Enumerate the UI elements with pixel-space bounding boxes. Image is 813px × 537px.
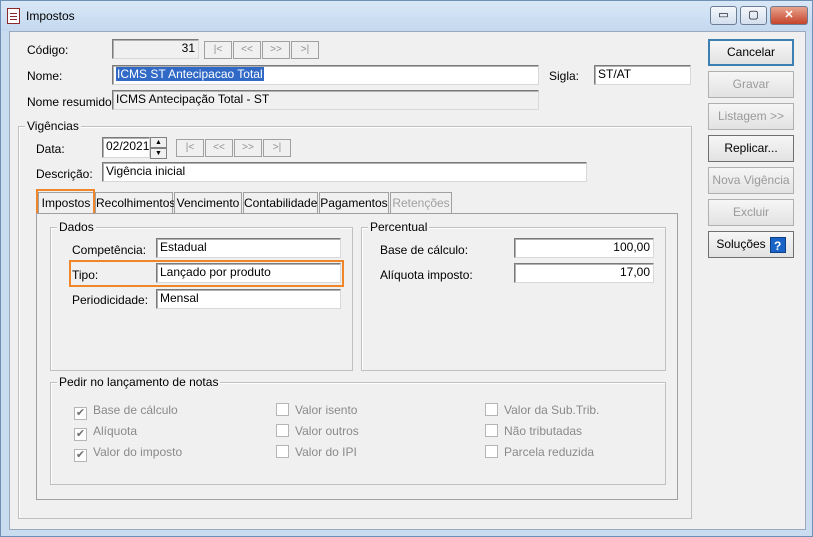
chk-valor-imposto[interactable]: ✔ Valor do imposto [74, 445, 182, 462]
help-icon: ? [769, 236, 786, 253]
title-bar[interactable]: Impostos ▭ ▢ ✕ [1, 1, 812, 31]
minimize-button[interactable]: ▭ [710, 6, 737, 25]
chk-nao-tributadas[interactable]: Não tributadas [485, 424, 582, 438]
new-validity-button[interactable]: Nova Vigência [708, 167, 794, 194]
chk-label: Valor outros [295, 424, 359, 438]
listing-button[interactable]: Listagem >> [708, 103, 794, 130]
chk-label: Valor do IPI [295, 445, 357, 459]
checkmark-icon: ✔ [74, 449, 87, 462]
solutions-button[interactable]: Soluções? [708, 231, 794, 258]
descricao-field[interactable]: Vigência inicial [102, 162, 587, 182]
chk-label: Valor isento [295, 403, 358, 417]
nome-resumido-label: Nome resumido: [27, 95, 116, 109]
dados-title: Dados [57, 220, 96, 234]
close-button[interactable]: ✕ [770, 6, 808, 25]
tab-recolhimentos[interactable]: Recolhimentos [95, 192, 175, 214]
vig-prev-button[interactable]: << [205, 139, 233, 157]
chk-valor-isento[interactable]: Valor isento [276, 403, 357, 417]
document-icon [7, 8, 20, 24]
aliquota-label: Alíquota imposto: [380, 268, 473, 282]
chk-label: Valor da Sub.Trib. [504, 403, 600, 417]
nome-resumido-field[interactable]: ICMS Antecipação Total - ST [112, 90, 539, 110]
window-title: Impostos [26, 9, 75, 23]
checkbox-icon [485, 403, 498, 416]
maximize-button[interactable]: ▢ [740, 6, 767, 25]
delete-validity-button[interactable]: Excluir Vigência [708, 199, 794, 244]
cancel-button[interactable]: Cancelar [708, 39, 794, 66]
first-record-button[interactable]: |< [204, 41, 232, 59]
base-calculo-label: Base de cálculo: [380, 243, 469, 257]
checkbox-icon [485, 424, 498, 437]
vig-first-button[interactable]: |< [176, 139, 204, 157]
data-spinner[interactable]: ▲ ▼ [150, 137, 167, 159]
chk-label: Parcela reduzida [504, 445, 595, 459]
competencia-field[interactable]: Estadual [156, 238, 341, 258]
competencia-label: Competência: [72, 243, 147, 257]
chk-valor-ipi[interactable]: Valor do IPI [276, 445, 357, 459]
replicate-button[interactable]: Replicar... [708, 135, 794, 162]
tab-retencoes[interactable]: Retenções [390, 192, 452, 214]
nome-value: ICMS ST Antecipacao Total [116, 67, 264, 81]
chk-label: Não tributadas [504, 424, 583, 438]
solutions-label: Soluções [716, 237, 766, 251]
chk-label: Valor do imposto [93, 445, 183, 459]
chk-valor-outros[interactable]: Valor outros [276, 424, 359, 438]
checkbox-icon [276, 403, 289, 416]
tab-vencimento[interactable]: Vencimento [174, 192, 242, 214]
vig-next-button[interactable]: >> [234, 139, 262, 157]
chk-base-calculo[interactable]: ✔ Base de cálculo [74, 403, 178, 420]
tab-pagamentos[interactable]: Pagamentos [319, 192, 389, 214]
vig-last-button[interactable]: >| [263, 139, 291, 157]
next-record-button[interactable]: >> [262, 41, 290, 59]
checkmark-icon: ✔ [74, 407, 87, 420]
nome-field[interactable]: ICMS ST Antecipacao Total [112, 65, 539, 85]
checkmark-icon: ✔ [74, 428, 87, 441]
tab-contabilidade[interactable]: Contabilidade [243, 192, 318, 214]
periodicidade-field[interactable]: Mensal [156, 289, 341, 309]
tipo-highlight [69, 260, 344, 287]
sigla-label: Sigla: [549, 69, 580, 83]
prev-record-button[interactable]: << [233, 41, 261, 59]
aliquota-field[interactable]: 17,00 [514, 263, 654, 283]
form-client-area: Código: 31 |< << >> >| Nome: ICMS ST Ant… [9, 31, 806, 530]
chk-label: Alíquota [93, 424, 138, 438]
checkbox-icon [485, 445, 498, 458]
impostos-tab-highlight [36, 189, 95, 216]
chk-parcela-reduzida[interactable]: Parcela reduzida [485, 445, 594, 459]
pedir-title: Pedir no lançamento de notas [57, 375, 221, 389]
codigo-label: Código: [27, 43, 69, 57]
periodicidade-label: Periodicidade: [72, 293, 149, 307]
codigo-field[interactable]: 31 [112, 39, 199, 59]
data-field[interactable]: 02/2021 [102, 137, 150, 158]
vigencias-title: Vigências [25, 119, 81, 133]
codigo-navigator: |< << >> >| [204, 41, 320, 59]
base-calculo-field[interactable]: 100,00 [514, 238, 654, 258]
spinner-down-icon[interactable]: ▼ [150, 148, 167, 159]
descricao-label: Descrição: [36, 167, 93, 181]
checkbox-icon [276, 424, 289, 437]
vigencia-navigator: |< << >> >| [176, 139, 292, 157]
data-label: Data: [36, 142, 65, 156]
chk-label: Base de cálculo [93, 403, 178, 417]
last-record-button[interactable]: >| [291, 41, 319, 59]
impostos-window: Impostos ▭ ▢ ✕ Código: 31 |< << >> >| No… [0, 0, 813, 537]
nome-label: Nome: [27, 69, 63, 83]
sigla-field[interactable]: ST/AT [594, 65, 691, 85]
chk-aliquota[interactable]: ✔ Alíquota [74, 424, 137, 441]
spinner-up-icon[interactable]: ▲ [150, 137, 167, 148]
save-button[interactable]: Gravar [708, 71, 794, 98]
percentual-title: Percentual [368, 220, 430, 234]
checkbox-icon [276, 445, 289, 458]
chk-valor-sub-trib[interactable]: Valor da Sub.Trib. [485, 403, 599, 417]
